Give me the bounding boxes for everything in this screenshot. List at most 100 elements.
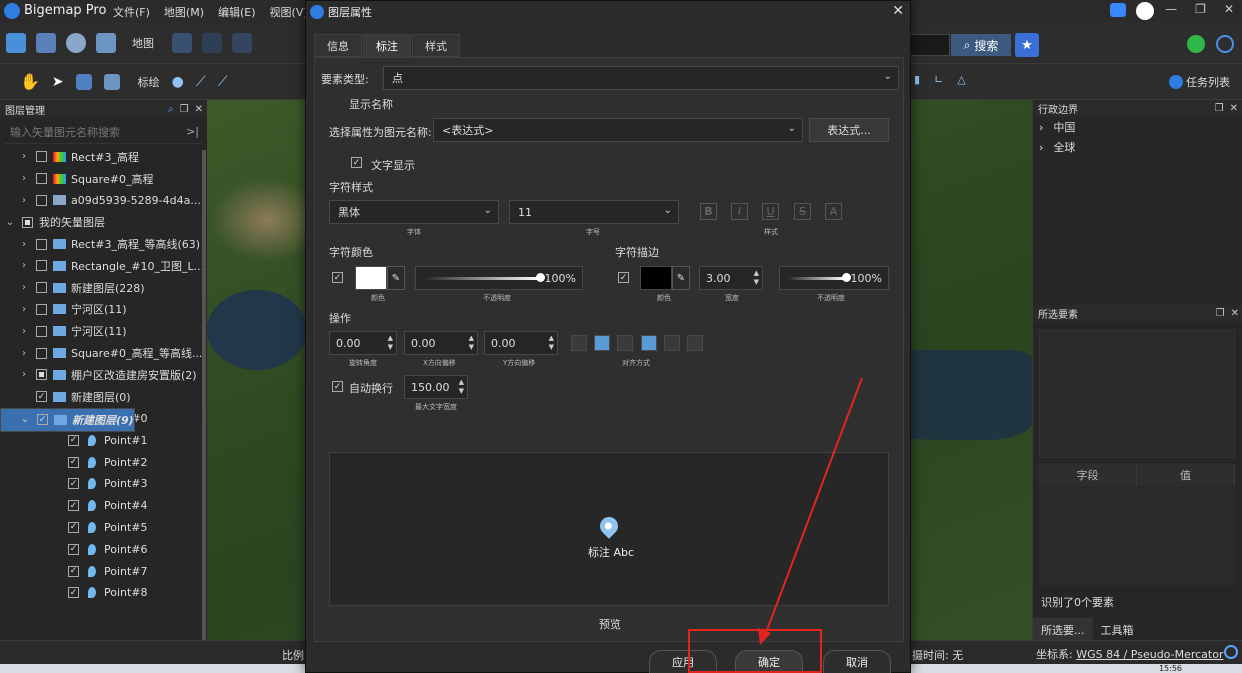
layer-checkbox[interactable] <box>36 347 47 359</box>
layer-checkbox[interactable]: ✓ <box>68 456 79 468</box>
layer-tree-item[interactable]: ✓ 新建图层(0) <box>0 386 207 408</box>
bold-button[interactable]: B <box>700 203 717 220</box>
char-opacity-slider[interactable]: 100% <box>415 266 583 290</box>
layer-checkbox[interactable]: ✓ <box>68 434 79 446</box>
char-outline-swatch[interactable] <box>640 266 672 290</box>
layer-tree-item[interactable]: ⌄ ✓ 新建图层(9) <box>0 407 135 432</box>
layer-point-item[interactable]: ✓ Point#2 <box>0 451 207 473</box>
char-color-swatch[interactable] <box>355 266 387 290</box>
stepper-arrows-icon[interactable]: ▲ ▼ <box>459 378 464 396</box>
close-panel-icon[interactable]: ✕ <box>1230 103 1238 114</box>
stepper-arrows-icon[interactable]: ▲ ▼ <box>388 334 393 352</box>
draw-point-icon[interactable]: ● <box>172 74 184 90</box>
layer-checkbox[interactable]: ✓ <box>68 543 79 555</box>
map-source-3-icon[interactable] <box>232 33 252 53</box>
menu-file[interactable]: 文件(F) <box>113 4 150 20</box>
admin-item-china[interactable]: › 中国 <box>1033 117 1242 137</box>
admin-item-global[interactable]: › 全球 <box>1033 137 1242 157</box>
polygon-select-icon[interactable] <box>103 73 120 90</box>
layer-checkbox[interactable] <box>36 325 47 337</box>
layer-checkbox[interactable]: ✓ <box>37 414 48 426</box>
draw-path-icon[interactable]: ⟋ <box>218 74 228 90</box>
layer-point-item[interactable]: ✓ Point#1 <box>0 429 207 451</box>
angle-icon[interactable]: ∟ <box>934 73 943 86</box>
layer-tree-item[interactable]: › 棚户区改造建房安置版(2) <box>0 364 207 386</box>
close-icon[interactable]: ✕ <box>892 3 904 19</box>
chevron-right-icon[interactable]: › <box>18 173 30 184</box>
tab-info[interactable]: 信息 <box>314 34 362 57</box>
layer-tree-item[interactable]: › Square#0_高程 <box>0 168 207 190</box>
menu-view[interactable]: 视图(V) <box>270 4 308 20</box>
cancel-button[interactable]: 取消 <box>823 650 891 673</box>
menu-edit[interactable]: 编辑(E) <box>218 4 256 20</box>
link-icon[interactable] <box>1216 35 1234 53</box>
search-button[interactable]: ⌕ 搜索 <box>951 34 1011 56</box>
layer-checkbox[interactable] <box>22 216 33 228</box>
wrap-width-input[interactable]: 150.00 ▲ ▼ <box>404 375 468 399</box>
layer-point-item[interactable]: ✓ Point#4 <box>0 495 207 517</box>
layer-scrollbar[interactable] <box>202 150 206 640</box>
float-panel-icon[interactable]: ❐ <box>1216 308 1225 319</box>
font-size-select[interactable]: 11 ⌄ <box>509 200 679 224</box>
layer-tree-item[interactable]: › Rectangle_#10_卫图_L... <box>0 255 207 277</box>
eyedropper-icon[interactable]: ✎ <box>672 266 690 290</box>
favorite-button[interactable]: ★ <box>1015 33 1039 57</box>
rotation-input[interactable]: 0.00 ▲ ▼ <box>329 331 397 355</box>
gear-icon[interactable] <box>1224 645 1238 659</box>
chevron-right-icon[interactable]: › <box>18 369 30 380</box>
task-list-button[interactable]: 任务列表 <box>1169 74 1230 90</box>
layer-point-item[interactable]: ✓ Point#6 <box>0 538 207 560</box>
layer-tree-item[interactable]: › Rect#3_高程_等高线(63) <box>0 233 207 255</box>
layer-checkbox[interactable]: ✓ <box>68 565 79 577</box>
map-source-2-icon[interactable] <box>202 33 222 53</box>
layer-checkbox[interactable]: ✓ <box>36 391 47 403</box>
layer-checkbox[interactable] <box>36 303 47 315</box>
auto-wrap-checkbox[interactable]: ✓ <box>332 381 343 392</box>
text-case-button[interactable]: A <box>825 203 842 220</box>
char-outline-checkbox[interactable]: ✓ <box>618 272 629 283</box>
minimize-button[interactable]: — <box>1165 2 1177 16</box>
chevron-right-icon[interactable]: › <box>18 151 30 162</box>
chevron-right-icon[interactable]: › <box>18 239 30 250</box>
strikethrough-button[interactable]: S <box>794 203 811 220</box>
layer-tree-item[interactable]: › 宁河区(11) <box>0 299 207 321</box>
x-offset-input[interactable]: 0.00 ▲ ▼ <box>404 331 478 355</box>
chevron-right-icon[interactable]: › <box>18 195 30 206</box>
char-color-checkbox[interactable]: ✓ <box>332 272 343 283</box>
select-arrow-icon[interactable]: ➤ <box>52 74 64 90</box>
close-panel-icon[interactable]: ✕ <box>1231 308 1239 319</box>
text-display-checkbox[interactable]: ✓ <box>351 157 362 168</box>
y-offset-input[interactable]: 0.00 ▲ ▼ <box>484 331 558 355</box>
close-window-button[interactable]: ✕ <box>1224 2 1234 16</box>
tab-toolbox[interactable]: 工具箱 <box>1093 618 1142 640</box>
layer-point-item[interactable]: ✓ Point#3 <box>0 473 207 495</box>
stepper-arrows-icon[interactable]: ▲ ▼ <box>549 334 554 352</box>
italic-button[interactable]: I <box>731 203 748 220</box>
layer-point-item[interactable]: ✓ Point#8 <box>0 582 207 604</box>
layer-tree-item[interactable]: › 宁河区(11) <box>0 320 207 342</box>
align-bottom-icon[interactable] <box>687 335 703 351</box>
settings-icon[interactable] <box>66 33 86 53</box>
avatar[interactable] <box>1136 2 1154 20</box>
compass-icon[interactable]: △ <box>957 73 965 86</box>
font-select[interactable]: 黑体 ⌄ <box>329 200 499 224</box>
layer-point-item[interactable]: ✓ Point#5 <box>0 517 207 539</box>
align-left-icon[interactable] <box>571 335 587 351</box>
collapse-icon[interactable]: >| <box>186 125 199 138</box>
align-right-icon[interactable] <box>617 335 633 351</box>
layer-tree-item[interactable]: › a09d5939-5289-4d4a... <box>0 190 207 212</box>
tab-selected-features[interactable]: 所选要... <box>1033 618 1093 640</box>
layer-checkbox[interactable] <box>36 238 47 250</box>
align-center-icon[interactable] <box>594 335 610 351</box>
layer-point-item[interactable]: ✓ Point#7 <box>0 560 207 582</box>
layer-checkbox[interactable] <box>36 282 47 294</box>
menu-map[interactable]: 地图(M) <box>164 4 204 20</box>
stepper-arrows-icon[interactable]: ▲ ▼ <box>754 269 759 287</box>
save-icon[interactable] <box>36 33 56 53</box>
layer-search-input[interactable]: 输入矢量图元名称搜索 >| <box>4 120 203 144</box>
outline-width-input[interactable]: 3.00 ▲ ▼ <box>699 266 763 290</box>
layer-tree-item[interactable]: › 新建图层(228) <box>0 277 207 299</box>
layer-checkbox[interactable]: ✓ <box>68 500 79 512</box>
box-select-icon[interactable] <box>75 73 92 90</box>
open-folder-icon[interactable] <box>6 33 26 53</box>
